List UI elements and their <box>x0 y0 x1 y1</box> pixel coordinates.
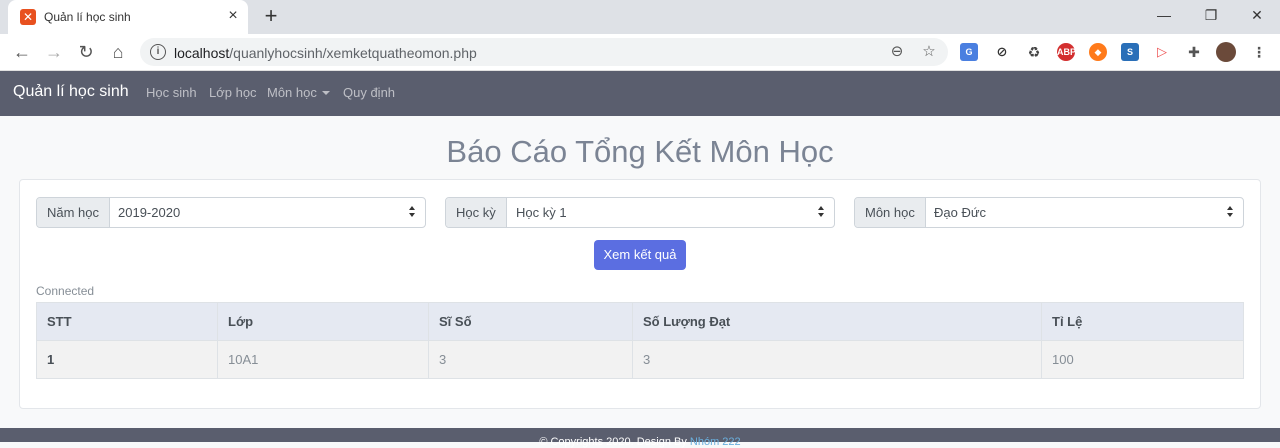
filter-mon-hoc[interactable]: Môn học Đạo Đức <box>854 197 1244 228</box>
column-header: Số Lượng Đạt <box>632 302 1042 341</box>
extensions-puzzle-icon[interactable]: ✚ <box>1185 43 1203 61</box>
adblock-extension-icon[interactable]: ABP <box>1057 43 1076 61</box>
zoom-icon[interactable]: ⊖ <box>888 43 906 61</box>
table-cell: 10A1 <box>217 340 429 379</box>
table-cell: 3 <box>632 340 1042 379</box>
column-header: Lớp <box>217 302 429 341</box>
app-navbar: Quản lí học sinh Học sinh Lớp học Môn họ… <box>0 71 1280 116</box>
filter-nam-hoc[interactable]: Năm học 2019-2020 <box>36 197 426 228</box>
forward-icon[interactable]: → <box>41 40 67 64</box>
column-header: Tỉ Lệ <box>1041 302 1244 341</box>
nav-link-quy-dinh[interactable]: Quy định <box>343 85 395 100</box>
footer-text: © Copyrights 2020. Design By Nhóm 222 <box>539 436 741 448</box>
s-extension-icon[interactable]: S <box>1121 43 1139 61</box>
profile-avatar[interactable] <box>1216 42 1236 62</box>
page-footer: © Copyrights 2020. Design By Nhóm 222 <box>0 428 1280 448</box>
home-icon[interactable]: ⌂ <box>105 40 131 64</box>
filter-hoc-ky[interactable]: Học kỳ Học kỳ 1 <box>445 197 835 228</box>
filter-label: Môn học <box>855 198 926 227</box>
table-cell: 1 <box>36 340 218 379</box>
navbar-brand[interactable]: Quản lí học sinh <box>13 83 129 101</box>
column-header: Sĩ Số <box>428 302 633 341</box>
site-info-icon[interactable]: i <box>150 44 166 60</box>
tab-title: Quản lí học sinh <box>44 10 131 24</box>
footer-link[interactable]: Nhóm 222 <box>690 436 741 448</box>
results-table: STT Lớp Sĩ Số Số Lượng Đạt Tỉ Lệ 1 10A1 … <box>36 302 1244 379</box>
recycle-extension-icon[interactable]: ♻ <box>1025 43 1043 61</box>
select-arrows-icon <box>1227 206 1235 218</box>
select-nam-hoc[interactable]: 2019-2020 <box>118 198 180 227</box>
table-header-row: STT Lớp Sĩ Số Số Lượng Đạt Tỉ Lệ <box>36 302 1244 341</box>
select-mon-hoc[interactable]: Đạo Đức <box>934 198 986 227</box>
translate-extension-icon[interactable]: G <box>960 43 978 61</box>
nav-link-lop-hoc[interactable]: Lớp học <box>209 85 257 100</box>
caret-down-icon <box>321 91 330 95</box>
nav-dropdown-mon-hoc[interactable]: Môn học <box>267 85 330 100</box>
report-card: Năm học 2019-2020 Học kỳ Học kỳ 1 Môn họ… <box>19 179 1261 409</box>
arrow-extension-icon[interactable]: ▷ <box>1153 43 1171 61</box>
close-tab-icon[interactable]: × <box>224 7 242 25</box>
filter-label: Năm học <box>37 198 111 227</box>
fire-extension-icon[interactable]: ◆ <box>1089 43 1107 61</box>
nav-dropdown-label: Môn học <box>267 85 317 100</box>
browser-toolbar: ← → ↻ ⌂ i localhost/quanlyhocsinh/xemket… <box>0 34 1280 71</box>
column-header: STT <box>36 302 218 341</box>
browser-tabbar: ✕ Quản lí học sinh × + — ❐ ✕ <box>0 0 1280 34</box>
table-row: 1 10A1 3 3 100 <box>36 340 1244 379</box>
view-results-button[interactable]: Xem kết quả <box>594 240 686 270</box>
bookmark-star-icon[interactable]: ☆ <box>920 43 938 61</box>
back-icon[interactable]: ← <box>9 40 35 64</box>
browser-tab[interactable]: ✕ Quản lí học sinh × <box>8 0 248 34</box>
new-tab-icon[interactable]: + <box>258 4 284 30</box>
select-hoc-ky[interactable]: Học kỳ 1 <box>516 198 567 227</box>
select-arrows-icon <box>409 206 417 218</box>
restore-icon[interactable]: ❐ <box>1197 4 1225 28</box>
address-bar[interactable]: i localhost/quanlyhocsinh/xemketquatheom… <box>140 38 948 66</box>
xampp-favicon-icon: ✕ <box>20 9 36 25</box>
table-cell: 100 <box>1041 340 1244 379</box>
table-cell: 3 <box>428 340 633 379</box>
select-arrows-icon <box>818 206 826 218</box>
menu-kebab-icon[interactable]: ⋮ <box>1250 43 1268 61</box>
close-window-icon[interactable]: ✕ <box>1243 4 1271 28</box>
page-title: Báo Cáo Tổng Kết Môn Học <box>446 134 834 169</box>
url-text: localhost/quanlyhocsinh/xemketquatheomon… <box>174 45 477 61</box>
connection-status: Connected <box>36 284 95 298</box>
hide-extension-icon[interactable]: ⊘ <box>993 43 1011 61</box>
filter-label: Học kỳ <box>446 198 507 227</box>
nav-link-hoc-sinh[interactable]: Học sinh <box>146 85 197 100</box>
reload-icon[interactable]: ↻ <box>73 40 99 64</box>
minimize-icon[interactable]: — <box>1150 4 1178 28</box>
